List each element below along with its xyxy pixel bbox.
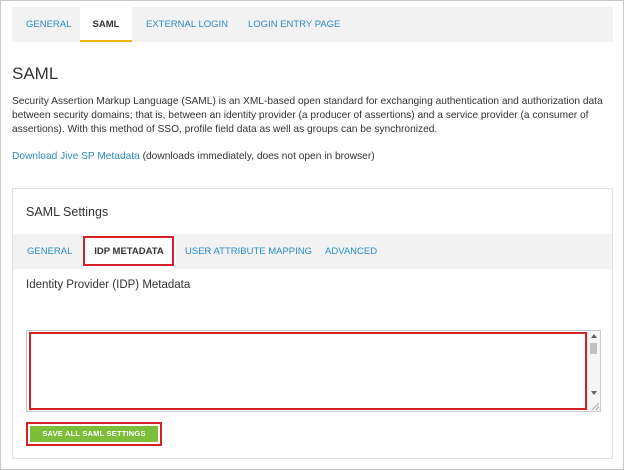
resize-grip-icon[interactable]	[592, 403, 599, 410]
top-tab-bar: GENERAL SAML EXTERNAL LOGIN LOGIN ENTRY …	[12, 7, 613, 42]
tab-general[interactable]: GENERAL	[26, 7, 71, 42]
saml-description: Security Assertion Markup Language (SAML…	[12, 96, 603, 135]
scroll-thumb[interactable]	[590, 343, 597, 354]
idp-metadata-label: Identity Provider (IDP) Metadata	[26, 279, 191, 291]
download-note: (downloads immediately, does not open in…	[139, 151, 375, 162]
idp-metadata-field	[26, 330, 601, 412]
tab-saml[interactable]: SAML	[80, 7, 132, 42]
save-all-saml-settings-button[interactable]: SAVE ALL SAML SETTINGS	[30, 426, 158, 442]
settings-tab-advanced[interactable]: ADVANCED	[325, 234, 377, 269]
saml-settings-panel: SAML Settings GENERAL IDP METADATA USER …	[12, 188, 613, 459]
page-title: SAML	[12, 64, 59, 83]
settings-tab-user-attribute-mapping[interactable]: USER ATTRIBUTE MAPPING	[185, 234, 312, 269]
download-line: Download Jive SP Metadata (downloads imm…	[12, 151, 375, 162]
scroll-down-icon[interactable]	[591, 391, 597, 395]
highlight-save-button: SAVE ALL SAML SETTINGS	[26, 422, 162, 446]
settings-tab-general[interactable]: GENERAL	[27, 234, 72, 269]
settings-tab-idp-metadata[interactable]: IDP METADATA	[82, 234, 176, 269]
settings-tab-bar: GENERAL IDP METADATA USER ATTRIBUTE MAPP…	[13, 234, 612, 269]
settings-title: SAML Settings	[26, 205, 109, 219]
idp-metadata-textarea[interactable]	[27, 331, 587, 411]
tab-external-login[interactable]: EXTERNAL LOGIN	[146, 7, 228, 42]
download-sp-metadata-link[interactable]: Download Jive SP Metadata	[12, 151, 140, 162]
textarea-scrollbar[interactable]	[587, 331, 600, 411]
scroll-up-icon[interactable]	[591, 334, 597, 338]
tab-login-entry-page[interactable]: LOGIN ENTRY PAGE	[248, 7, 340, 42]
